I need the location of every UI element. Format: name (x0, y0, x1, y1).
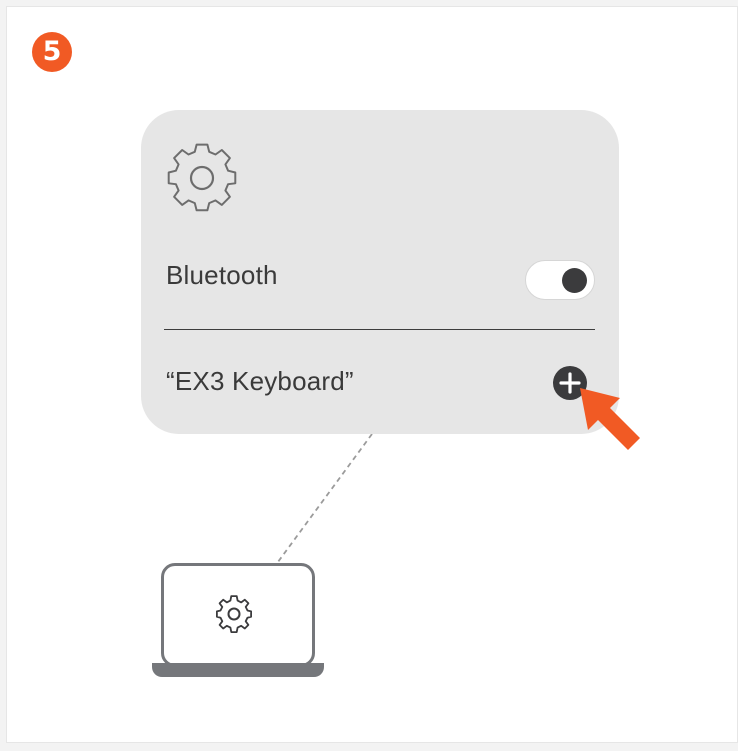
gear-icon (215, 595, 253, 634)
step-number-badge: 5 (32, 32, 72, 72)
gear-icon (167, 143, 237, 212)
laptop-icon (152, 563, 326, 681)
arrow-pointer-icon (580, 388, 640, 450)
bluetooth-toggle[interactable] (525, 260, 595, 300)
laptop-base (152, 663, 324, 677)
divider (164, 329, 595, 330)
bluetooth-settings-panel: Bluetooth “EX3 Keyboard” (141, 110, 619, 434)
device-name-label: “EX3 Keyboard” (166, 366, 354, 396)
bluetooth-label: Bluetooth (166, 260, 278, 290)
toggle-knob (562, 268, 587, 293)
